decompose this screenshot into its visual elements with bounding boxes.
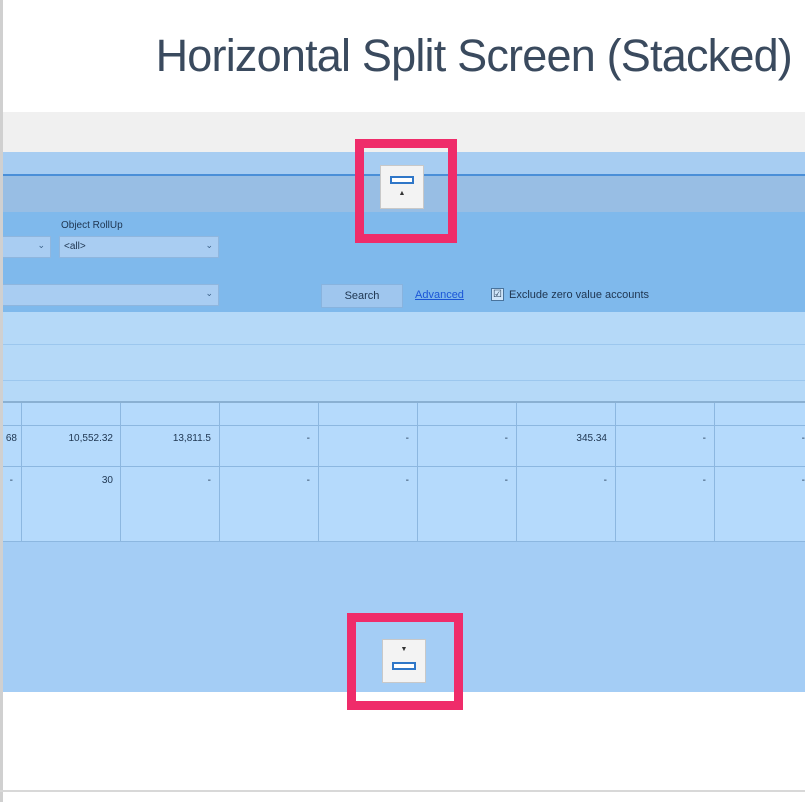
grid-cell: 30 xyxy=(101,475,113,486)
grid-line xyxy=(714,403,715,542)
results-header-area xyxy=(3,312,805,402)
grid-line xyxy=(516,403,517,542)
filter-select-partial[interactable]: ⌄ xyxy=(3,236,51,258)
grid-cell: 345.34 xyxy=(576,433,607,444)
data-grid: 68 10,552.32 13,811.5 - - - 345.34 - - -… xyxy=(3,403,805,542)
slide-bottom-border xyxy=(0,790,805,792)
grid-cell: 68 xyxy=(5,433,17,444)
grid-cell: - xyxy=(405,433,409,444)
header-row-line xyxy=(3,380,805,381)
grid-cell: - xyxy=(504,475,508,486)
grid-cell: - xyxy=(801,433,805,444)
highlight-box-top xyxy=(355,139,457,243)
object-rollup-value: <all> xyxy=(64,241,86,252)
object-rollup-label: Object RollUp xyxy=(61,220,123,231)
grid-cell: - xyxy=(702,475,706,486)
account-select[interactable]: ⌄ xyxy=(3,284,219,306)
grid-cell: - xyxy=(702,433,706,444)
grid-cell: - xyxy=(801,475,805,486)
chevron-down-icon: ⌄ xyxy=(37,240,45,250)
grid-cell: - xyxy=(306,433,310,444)
grid-line xyxy=(120,403,121,542)
grid-line xyxy=(3,466,805,467)
grid-cell: - xyxy=(603,475,607,486)
grid-line xyxy=(615,403,616,542)
grid-cell: 13,811.5 xyxy=(172,433,211,444)
grid-line xyxy=(3,541,805,542)
grid-cell: - xyxy=(405,475,409,486)
exclude-zero-label: Exclude zero value accounts xyxy=(509,289,650,301)
grid-cell: 10,552.32 xyxy=(68,433,114,444)
header-row-line xyxy=(3,344,805,345)
search-button[interactable]: Search xyxy=(321,284,403,308)
object-rollup-select[interactable]: <all> ⌄ xyxy=(59,236,219,258)
grid-line xyxy=(318,403,319,542)
chevron-down-icon: ⌄ xyxy=(205,288,213,298)
grid-line xyxy=(417,403,418,542)
grid-line xyxy=(219,403,220,542)
highlight-box-bottom xyxy=(347,613,463,710)
grid-cell: - xyxy=(504,433,508,444)
chevron-down-icon: ⌄ xyxy=(205,240,213,250)
grid-cell: - xyxy=(207,475,211,486)
grid-cell: - xyxy=(306,475,310,486)
slide-title: Horizontal Split Screen (Stacked) xyxy=(155,30,793,81)
advanced-link[interactable]: Advanced xyxy=(415,289,464,301)
grid-line xyxy=(21,403,22,542)
grid-cell: - xyxy=(9,475,13,486)
exclude-zero-checkbox[interactable]: ☑ xyxy=(491,288,504,301)
grid-line xyxy=(3,425,805,426)
